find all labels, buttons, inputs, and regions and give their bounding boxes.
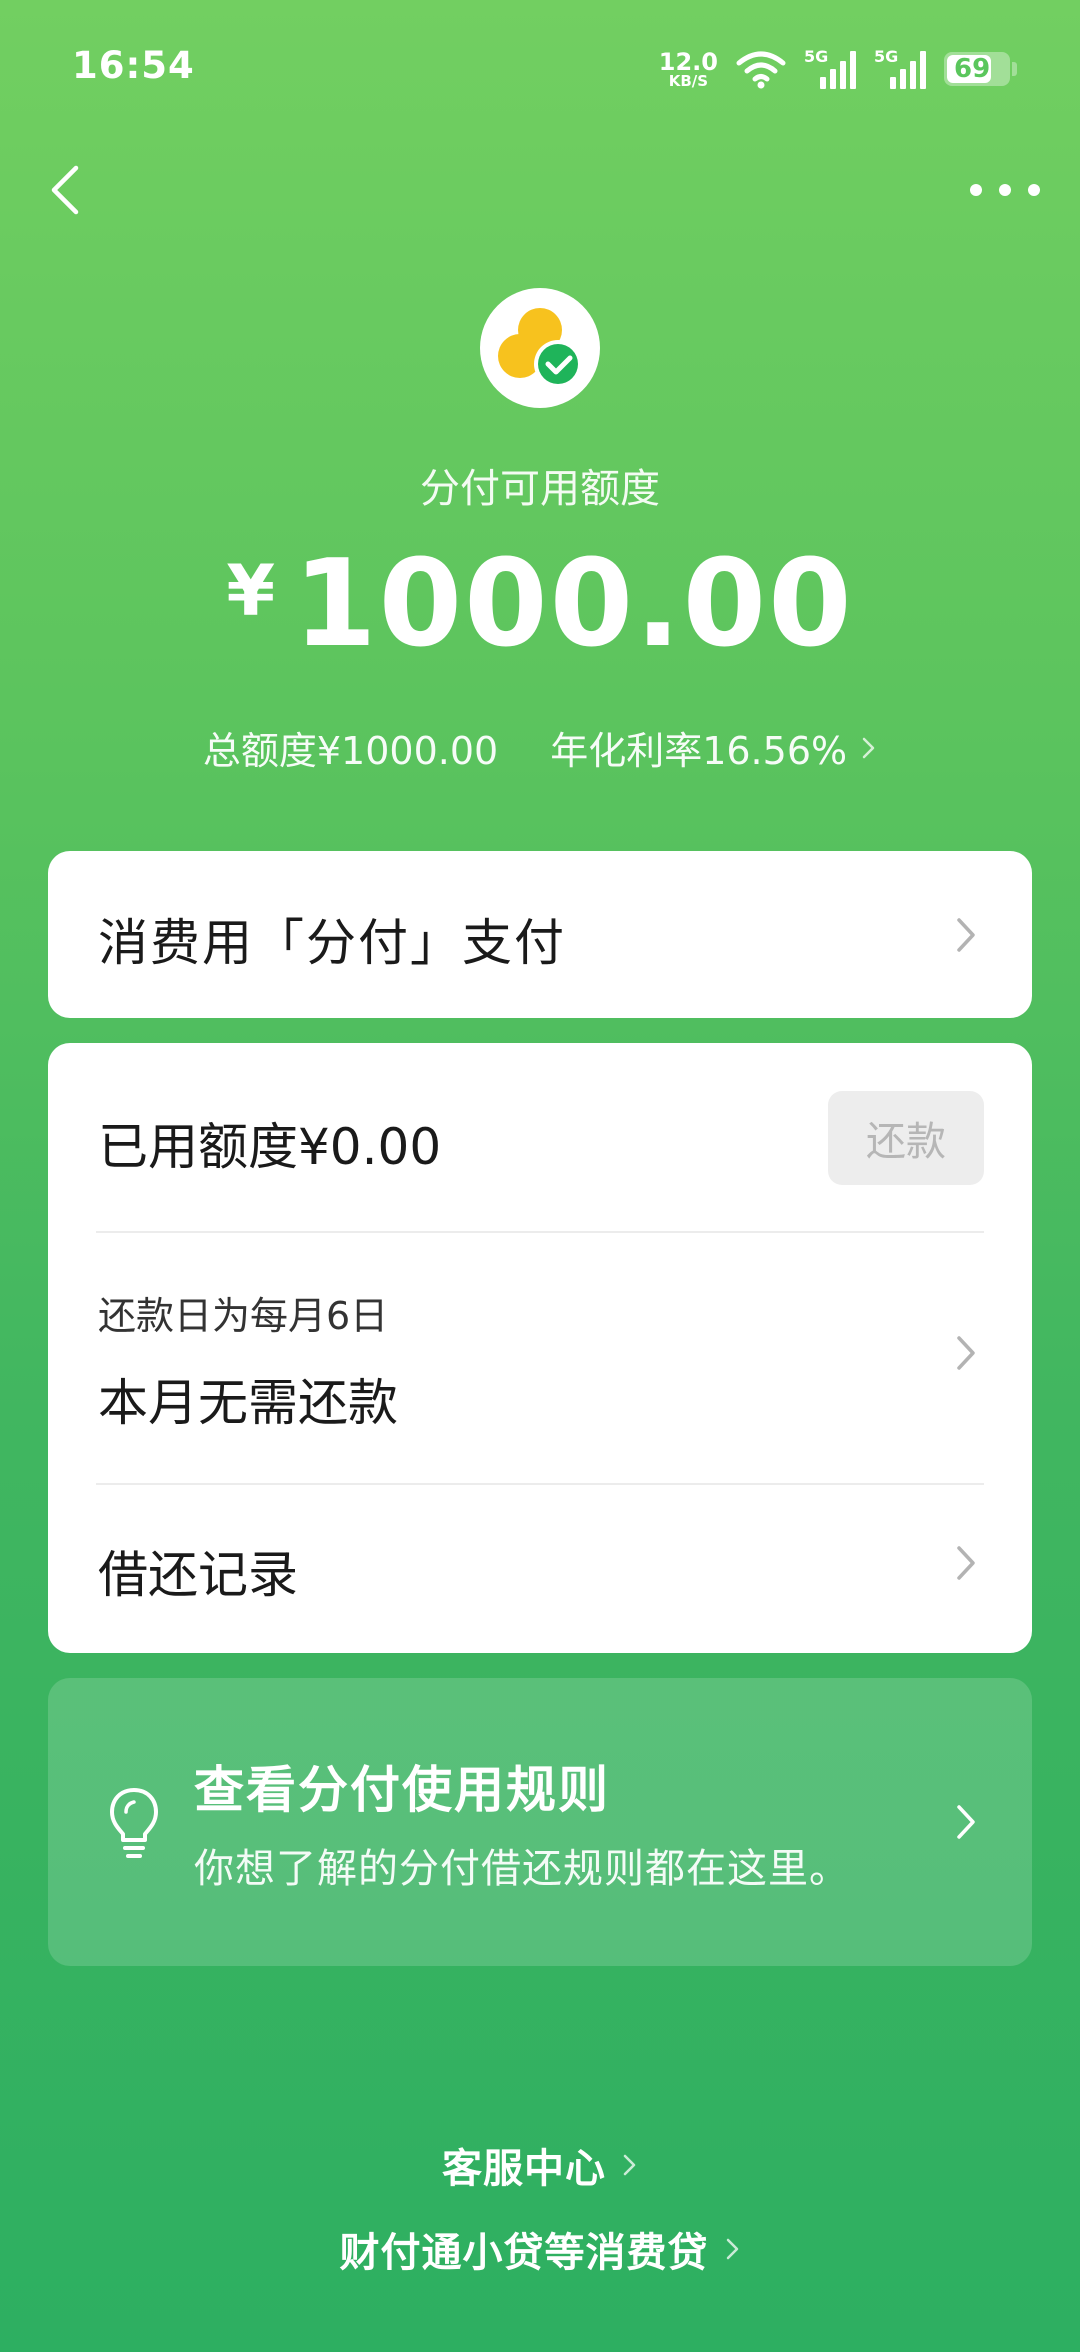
chevron-right-icon bbox=[957, 1805, 975, 1839]
lightbulb-icon bbox=[110, 1788, 158, 1858]
network-speed-value: 12.0 bbox=[658, 47, 718, 76]
annual-rate: 年化利率16.56% bbox=[550, 729, 848, 773]
status-time: 16:54 bbox=[72, 44, 195, 87]
pay-with-fenfu-label: 消费用「分付」支付 bbox=[98, 914, 566, 972]
repayment-card: 已用额度¥0.00 还款 还款日为每月6日 本月无需还款 借还记录 bbox=[48, 1043, 1032, 1653]
battery-level: 69 bbox=[954, 54, 991, 84]
available-credit-label: 分付可用额度 bbox=[420, 466, 660, 512]
network-speed-unit: KB/S bbox=[668, 71, 709, 90]
credit-info: 总额度¥1000.00 年化利率16.56% bbox=[0, 720, 1080, 775]
network-speed: 12.0 KB/S bbox=[659, 50, 718, 89]
consumer-loan-link[interactable]: 财付通小贷等消费贷 bbox=[0, 2220, 1080, 2278]
customer-service-link[interactable]: 客服中心 bbox=[0, 2136, 1080, 2194]
pay-with-fenfu-item[interactable]: 消费用「分付」支付 bbox=[48, 851, 1032, 1018]
chevron-right-icon bbox=[623, 2154, 636, 2176]
available-amount-value: 1000.00 bbox=[293, 535, 854, 674]
chevron-right-icon bbox=[957, 1336, 975, 1370]
status-icons: 12.0 KB/S 5G 5G 69 bbox=[659, 44, 1017, 94]
more-options-icon[interactable] bbox=[970, 175, 1040, 205]
cellular-signal-2-icon: 5G bbox=[874, 47, 926, 89]
annual-rate-link[interactable]: 年化利率16.56% bbox=[550, 720, 877, 775]
repayment-status: 本月无需还款 bbox=[98, 1374, 398, 1432]
rules-subtitle: 你想了解的分付借还规则都在这里。 bbox=[194, 1846, 850, 1892]
records-label: 借还记录 bbox=[98, 1546, 298, 1604]
chevron-right-icon bbox=[862, 737, 875, 758]
consumer-loan-label: 财付通小贷等消费贷 bbox=[339, 2230, 709, 2276]
chevron-right-icon bbox=[957, 918, 975, 952]
repay-button[interactable]: 还款 bbox=[828, 1091, 984, 1185]
customer-service-label: 客服中心 bbox=[442, 2146, 606, 2192]
used-credit: 已用额度¥0.00 bbox=[98, 1118, 442, 1176]
sim2-label: 5G bbox=[874, 47, 899, 66]
divider bbox=[96, 1483, 984, 1485]
fenfu-logo bbox=[480, 288, 600, 408]
battery-icon: 69 bbox=[944, 52, 1017, 86]
due-date-text: 还款日为每月6日 bbox=[98, 1294, 389, 1338]
chevron-right-icon bbox=[957, 1546, 975, 1580]
status-bar: 16:54 12.0 KB/S 5G 5G 69 bbox=[0, 0, 1080, 140]
wifi-icon bbox=[736, 51, 786, 89]
currency-symbol: ¥ bbox=[226, 550, 276, 632]
available-credit-amount: ¥ 1000.00 bbox=[0, 530, 1080, 680]
chevron-right-icon bbox=[726, 2238, 738, 2260]
cellular-signal-1-icon: 5G bbox=[804, 47, 856, 89]
back-icon[interactable] bbox=[42, 160, 92, 220]
divider bbox=[96, 1231, 984, 1233]
rules-title: 查看分付使用规则 bbox=[194, 1761, 610, 1819]
usage-rules-item[interactable]: 查看分付使用规则 你想了解的分付借还规则都在这里。 bbox=[48, 1678, 1032, 1966]
total-limit: 总额度¥1000.00 bbox=[202, 729, 499, 773]
sim1-label: 5G bbox=[804, 47, 829, 66]
